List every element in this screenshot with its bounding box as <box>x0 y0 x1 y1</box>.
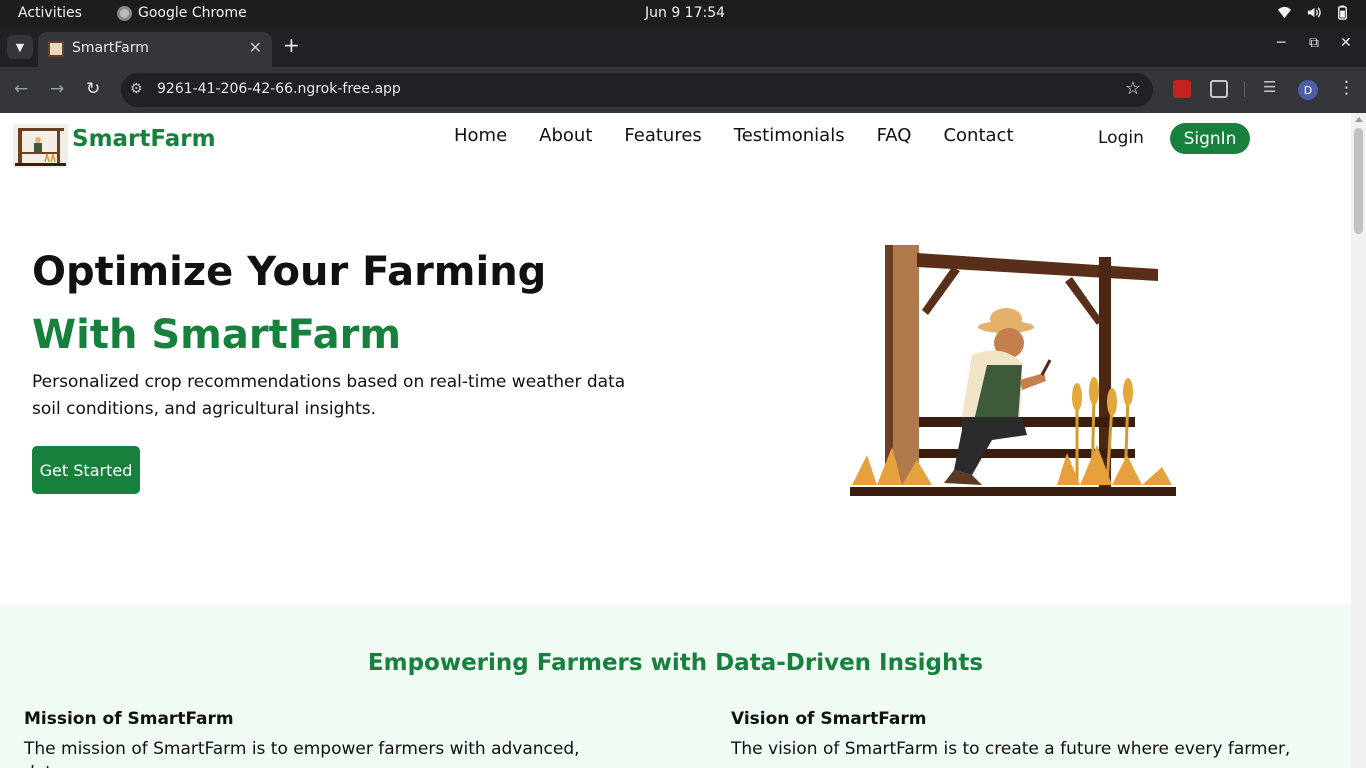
vision-heading: Vision of SmartFarm <box>731 709 927 729</box>
hero-subtitle: With SmartFarm <box>32 312 402 358</box>
nav-features[interactable]: Features <box>624 125 701 146</box>
get-started-button[interactable]: Get Started <box>32 446 140 494</box>
volume-icon <box>1307 7 1321 18</box>
chrome-icon <box>117 5 132 21</box>
vision-column: Vision of SmartFarm The vision of SmartF… <box>731 709 1303 761</box>
url-text[interactable]: 9261-41-206-42-66.ngrok-free.app <box>157 81 401 97</box>
about-section: Empowering Farmers with Data-Driven Insi… <box>0 605 1351 768</box>
forward-arrow-icon[interactable]: → <box>50 79 64 99</box>
close-window-icon[interactable]: ✕ <box>1340 35 1352 51</box>
menu-kebab-icon[interactable]: ⋮ <box>1338 78 1355 98</box>
site-info-icon[interactable]: ⚙ <box>130 81 143 97</box>
signin-button[interactable]: SignIn <box>1170 123 1250 154</box>
back-arrow-icon[interactable]: ← <box>14 79 28 99</box>
mission-text: The mission of SmartFarm is to empower f… <box>24 739 580 768</box>
favicon-icon <box>48 41 64 57</box>
wifi-icon <box>1277 6 1292 19</box>
battery-icon <box>1338 5 1347 20</box>
app-name: Google Chrome <box>138 5 247 21</box>
tab-search-button[interactable]: ▼ <box>7 35 33 59</box>
smartfarm-logo[interactable] <box>13 124 68 168</box>
extension-red-icon[interactable] <box>1173 80 1191 98</box>
mission-column: Mission of SmartFarm The mission of Smar… <box>24 709 604 768</box>
browser-toolbar: ← → ↻ ⚙ 9261-41-206-42-66.ngrok-free.app… <box>0 67 1366 113</box>
minimize-icon[interactable]: ─ <box>1277 35 1285 51</box>
system-tray[interactable] <box>1277 5 1350 20</box>
hero-description: Personalized crop recommendations based … <box>32 372 626 419</box>
nav-home[interactable]: Home <box>454 125 507 146</box>
mission-heading: Mission of SmartFarm <box>24 709 234 729</box>
system-top-bar: Activities Google Chrome Jun 9 17:54 <box>0 0 1366 27</box>
scroll-thumb[interactable] <box>1354 128 1363 234</box>
close-tab-icon[interactable]: ✕ <box>249 38 262 57</box>
page-scrollbar[interactable] <box>1351 113 1366 768</box>
webpage: SmartFarm Home About Features Testimonia… <box>0 113 1351 768</box>
extensions-puzzle-icon[interactable] <box>1210 80 1228 98</box>
bookmark-star-icon[interactable]: ☆ <box>1125 78 1141 99</box>
brand-name[interactable]: SmartFarm <box>72 126 216 152</box>
tab-smartfarm[interactable]: SmartFarm ✕ <box>38 32 272 67</box>
app-menu[interactable]: Google Chrome <box>117 5 247 21</box>
about-title: Empowering Farmers with Data-Driven Insi… <box>367 650 984 676</box>
tab-strip: ▼ SmartFarm ✕ + ─ ⧉ ✕ <box>0 27 1366 67</box>
nav-contact[interactable]: Contact <box>943 125 1013 146</box>
tab-title: SmartFarm <box>72 40 149 56</box>
login-link[interactable]: Login <box>1098 128 1144 148</box>
main-nav: Home About Features Testimonials FAQ Con… <box>454 125 1014 146</box>
nav-about[interactable]: About <box>539 125 592 146</box>
clock[interactable]: Jun 9 17:54 <box>645 5 725 21</box>
chevron-down-icon: ▼ <box>15 40 25 54</box>
toolbar-divider <box>1244 81 1245 97</box>
nav-testimonials[interactable]: Testimonials <box>734 125 845 146</box>
media-control-icon[interactable]: ☰ <box>1263 78 1276 96</box>
reload-icon[interactable]: ↻ <box>86 79 100 99</box>
scroll-up-arrow-icon[interactable] <box>1355 117 1363 122</box>
vision-text: The vision of SmartFarm is to create a f… <box>731 739 1291 759</box>
address-bar[interactable]: ⚙ 9261-41-206-42-66.ngrok-free.app ☆ <box>121 73 1153 107</box>
farmer-illustration <box>822 185 1198 557</box>
profile-avatar[interactable]: D <box>1298 80 1318 100</box>
maximize-icon[interactable]: ⧉ <box>1309 35 1319 51</box>
new-tab-button[interactable]: + <box>283 33 300 57</box>
hero-title: Optimize Your Farming <box>32 249 547 295</box>
nav-faq[interactable]: FAQ <box>877 125 912 146</box>
activities-button[interactable]: Activities <box>18 5 82 21</box>
